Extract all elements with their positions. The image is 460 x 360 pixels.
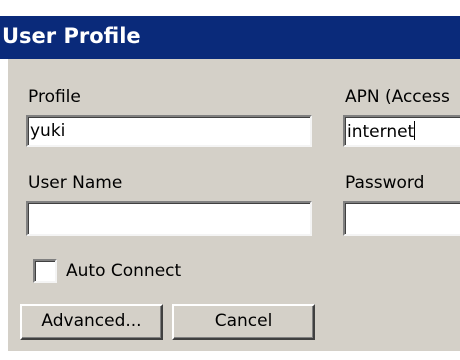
text-caret — [414, 121, 416, 140]
profile-input[interactable]: yuki — [26, 115, 312, 147]
cancel-button[interactable]: Cancel — [172, 304, 315, 340]
username-input[interactable] — [26, 201, 312, 236]
profile-input-value: yuki — [30, 121, 66, 141]
title-bar: User Profile — [0, 16, 460, 59]
auto-connect-checkbox[interactable] — [33, 259, 57, 283]
dialog-body: Profile yuki APN (Access internet User N… — [8, 59, 460, 351]
profile-label: Profile — [28, 87, 81, 107]
user-profile-window: User Profile Profile yuki APN (Access in… — [0, 0, 460, 360]
apn-input[interactable]: internet — [343, 115, 460, 147]
password-label: Password — [345, 173, 425, 193]
advanced-button[interactable]: Advanced... — [20, 304, 163, 340]
password-input[interactable] — [343, 201, 460, 236]
username-label: User Name — [28, 173, 123, 193]
apn-input-value: internet — [347, 122, 415, 142]
apn-label: APN (Access — [345, 87, 450, 107]
window-title: User Profile — [2, 24, 141, 48]
auto-connect-label: Auto Connect — [66, 261, 182, 281]
